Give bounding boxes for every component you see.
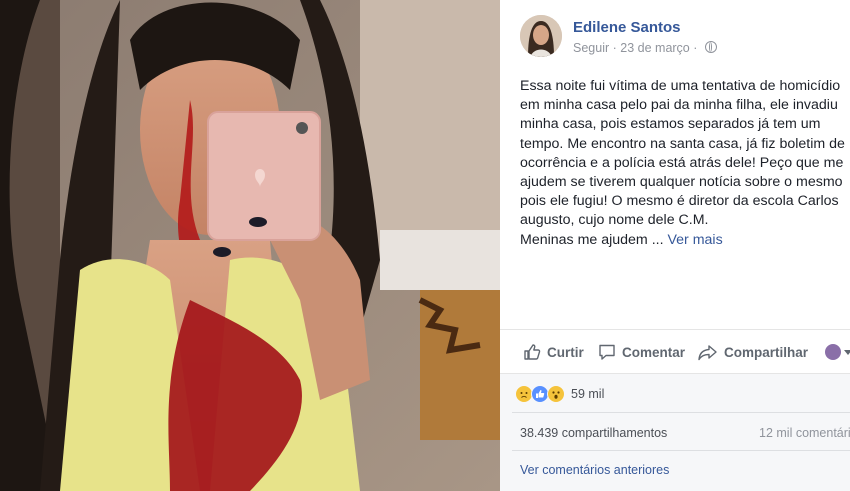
comment-label: Comentar: [622, 344, 686, 360]
reactions-count: 59 mil: [571, 387, 605, 401]
post-sidebar: Edilene Santos Seguir · 23 de março · Es…: [500, 0, 850, 491]
post-text-last-line: Meninas me ajudem ... Ver mais: [520, 231, 850, 250]
post-photo[interactable]: [0, 0, 500, 491]
chevron-down-icon: [844, 349, 850, 355]
post-stats: 59 mil 38.439 compartilhamentos 12 mil c…: [500, 373, 850, 491]
post-text-line: pois ele fugiu! O mesmo é diretor da esc…: [520, 193, 839, 210]
user-avatar-icon: [825, 344, 841, 360]
post-text-line: tempo. Me encontro na santa casa, já fiz…: [520, 135, 845, 152]
post-text-line: Essa noite fui vítima de uma tentativa d…: [520, 78, 841, 94]
post-as-selector[interactable]: [825, 344, 850, 360]
meta-separator: ·: [612, 41, 617, 55]
wow-reaction-icon: [547, 385, 565, 403]
divider: [512, 412, 850, 413]
author-name[interactable]: Edilene Santos: [573, 19, 681, 36]
see-more-link[interactable]: Ver mais: [667, 232, 722, 248]
post-text-line: ajudem se tiverem qualquer notícia sobre…: [520, 173, 843, 190]
share-label: Compartilhar: [724, 344, 809, 360]
post-text-last: Meninas me ajudem ...: [520, 231, 668, 248]
post-text-line: em minha casa pelo pai da minha filha, e…: [520, 97, 838, 114]
post-date[interactable]: 23 de março: [620, 41, 689, 55]
comment-button[interactable]: Comentar: [598, 343, 685, 361]
globe-icon: [704, 41, 717, 53]
post-text-line: augusto, cujo nome dele C.M.: [520, 212, 709, 229]
thumbs-up-icon: [524, 344, 541, 360]
shares-count[interactable]: 38.439 compartilhamentos: [520, 426, 667, 440]
reactions-summary[interactable]: 59 mil: [515, 385, 604, 403]
post-text-line: minha casa, pois estamos separados já te…: [520, 116, 821, 133]
meta-separator: ·: [693, 41, 698, 55]
comments-count[interactable]: 12 mil comentários: [759, 426, 850, 440]
avatar-image: [520, 15, 562, 57]
like-label: Curtir: [547, 344, 584, 360]
post-meta: Seguir · 23 de março ·: [573, 41, 717, 55]
view-previous-comments-link[interactable]: Ver comentários anteriores: [520, 463, 669, 477]
like-button[interactable]: Curtir: [523, 343, 584, 361]
share-button[interactable]: Compartilhar: [698, 343, 808, 361]
post-text-line: ocorrência e a polícia está atrás dele! …: [520, 154, 844, 171]
post-text: Essa noite fui vítima de uma tentativa d…: [520, 77, 850, 250]
share-icon: [698, 345, 717, 361]
post-header: Edilene Santos Seguir · 23 de março ·: [520, 15, 850, 60]
comment-icon: [599, 344, 615, 360]
divider: [512, 450, 850, 451]
avatar[interactable]: [520, 15, 562, 57]
action-bar: Curtir Comentar Compartilhar: [500, 329, 850, 374]
photo-illustration: [0, 0, 500, 491]
follow-link[interactable]: Seguir: [573, 41, 609, 55]
